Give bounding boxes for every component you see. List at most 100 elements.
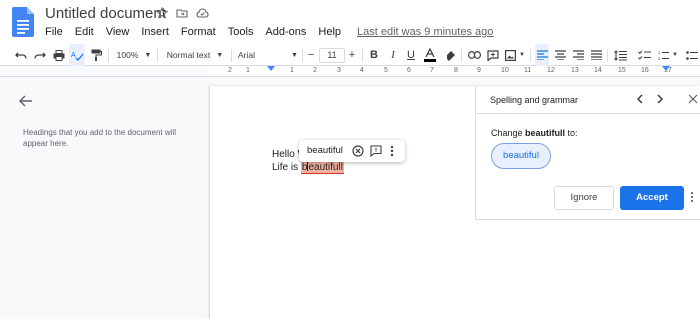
body-line-2[interactable]: Life is beautifull <box>272 161 344 174</box>
line-spacing-button[interactable] <box>612 44 628 66</box>
undo-button[interactable] <box>14 44 28 66</box>
next-icon[interactable] <box>656 93 664 105</box>
move-folder-icon[interactable] <box>176 7 188 19</box>
highlight-color-button[interactable] <box>443 44 457 66</box>
checklist-button[interactable] <box>636 44 652 66</box>
align-right-button[interactable] <box>571 44 585 66</box>
menu-bar: File Edit View Insert Format Tools Add-o… <box>45 26 505 38</box>
line-spacing-icon <box>613 49 627 61</box>
suggestion-chip[interactable]: beautiful <box>491 143 551 169</box>
ruler-number: 1 <box>246 67 250 74</box>
svg-text:2: 2 <box>658 56 661 61</box>
panel-title: Spelling and grammar <box>490 95 579 105</box>
chevron-down-icon: ▼ <box>144 51 152 59</box>
dismiss-circle-icon[interactable] <box>352 145 364 157</box>
body-text: Life is <box>272 162 301 173</box>
menu-view[interactable]: View <box>106 26 130 38</box>
menu-format[interactable]: Format <box>181 26 216 38</box>
paint-format-button[interactable] <box>89 44 103 66</box>
change-suffix: to: <box>565 128 578 138</box>
feedback-icon[interactable] <box>370 145 382 157</box>
justify-icon <box>590 50 602 60</box>
right-indent-marker-icon[interactable] <box>662 66 670 72</box>
last-edit-link[interactable]: Last edit was 9 minutes ago <box>357 26 493 38</box>
misspelled-word[interactable]: beautifull <box>300 161 344 174</box>
paint-format-icon <box>91 49 102 61</box>
italic-button[interactable]: I <box>387 44 399 66</box>
increase-font-size-button[interactable]: + <box>347 44 357 66</box>
font-select[interactable]: Arial ▼ <box>238 44 300 66</box>
menu-tools[interactable]: Tools <box>228 26 254 38</box>
ruler[interactable]: 2 1 1 2 3 4 5 6 7 8 9 10 11 12 13 14 15 16 17 <box>0 66 700 77</box>
italic-icon: I <box>391 49 395 61</box>
numbered-list-button[interactable]: 12 ▼ <box>657 44 679 66</box>
more-vertical-icon[interactable] <box>390 145 394 157</box>
more-vertical-icon[interactable] <box>690 191 694 203</box>
menu-edit[interactable]: Edit <box>75 26 94 38</box>
align-right-icon <box>572 50 584 60</box>
underline-icon: U <box>407 49 415 61</box>
menu-help[interactable]: Help <box>318 26 341 38</box>
align-center-button[interactable] <box>553 44 567 66</box>
zoom-select[interactable]: 100% ▼ <box>114 44 154 66</box>
spellcheck-button[interactable]: A <box>69 44 85 66</box>
justify-button[interactable] <box>589 44 603 66</box>
underline-button[interactable]: U <box>405 44 417 66</box>
ruler-number: 11 <box>524 67 532 74</box>
svg-text:1: 1 <box>658 50 661 55</box>
ruler-number: 4 <box>360 67 364 74</box>
cloud-status-icon[interactable] <box>196 7 209 19</box>
indent-marker-icon[interactable] <box>267 66 275 72</box>
ignore-button[interactable]: Ignore <box>554 186 614 210</box>
document-title[interactable]: Untitled document <box>45 5 166 22</box>
link-icon <box>467 51 481 59</box>
font-size-input[interactable]: 11 <box>319 48 345 63</box>
ruler-number: 9 <box>477 67 481 74</box>
comment-icon <box>487 49 499 61</box>
ruler-number: 12 <box>547 67 555 74</box>
insert-link-button[interactable] <box>467 44 481 66</box>
redo-button[interactable] <box>33 44 47 66</box>
menu-file[interactable]: File <box>45 26 63 38</box>
ruler-number: 2 <box>313 67 317 74</box>
ruler-number: 16 <box>641 67 649 74</box>
insert-image-button[interactable]: ▼ <box>504 44 526 66</box>
ruler-number: 1 <box>290 67 294 74</box>
docs-logo-icon[interactable] <box>12 7 34 37</box>
print-button[interactable] <box>52 44 66 66</box>
ruler-number: 8 <box>454 67 458 74</box>
align-left-icon <box>536 50 548 60</box>
panel-header: Spelling and grammar <box>476 86 700 114</box>
change-misspelled-word: beautifull <box>525 128 566 138</box>
style-select[interactable]: Normal text ▼ <box>163 44 227 66</box>
spelling-suggestion-popup: beautiful <box>299 140 405 162</box>
star-icon[interactable] <box>156 7 168 19</box>
toolbar-divider <box>231 49 232 62</box>
accept-button[interactable]: Accept <box>620 186 684 210</box>
popup-suggestion[interactable]: beautiful <box>307 145 343 156</box>
title-icons <box>156 7 209 19</box>
menu-insert[interactable]: Insert <box>141 26 169 38</box>
toolbar-divider <box>530 49 531 62</box>
image-icon <box>505 49 517 61</box>
chevron-down-icon: ▼ <box>519 52 525 58</box>
ruler-number: 7 <box>430 67 434 74</box>
chevron-down-icon: ▼ <box>216 51 224 59</box>
align-left-button[interactable] <box>535 44 549 66</box>
ruler-number: 15 <box>618 67 626 74</box>
insert-comment-button[interactable] <box>486 44 500 66</box>
text-color-button[interactable] <box>423 44 437 66</box>
title-bar: Untitled document File Edit View Insert … <box>0 0 700 44</box>
back-arrow-icon[interactable] <box>19 95 33 107</box>
google-docs-app: Untitled document File Edit View Insert … <box>0 0 700 319</box>
decrease-font-size-button[interactable]: − <box>306 44 316 66</box>
close-icon[interactable] <box>688 94 698 104</box>
style-value: Normal text <box>166 50 211 60</box>
bulleted-list-button[interactable] <box>684 44 700 66</box>
menu-addons[interactable]: Add-ons <box>265 26 306 38</box>
undo-icon <box>15 52 27 59</box>
zoom-value: 100% <box>116 50 139 60</box>
previous-icon[interactable] <box>636 93 644 105</box>
svg-text:A: A <box>71 52 76 59</box>
bold-button[interactable]: B <box>368 44 380 66</box>
